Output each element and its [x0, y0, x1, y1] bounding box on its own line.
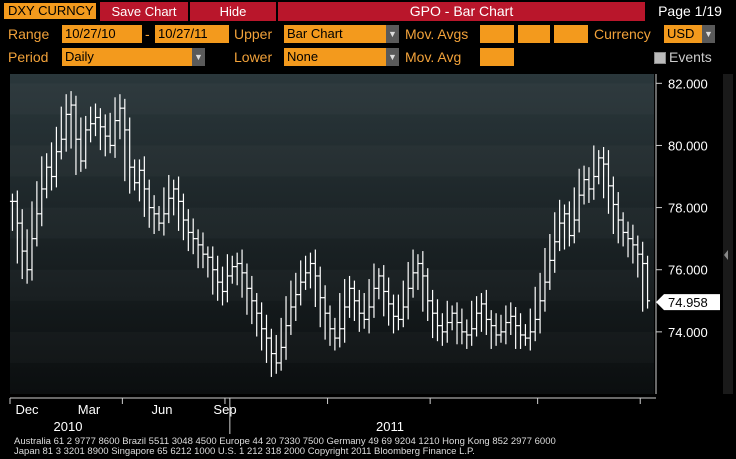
mov-avg-field-2[interactable] — [518, 25, 550, 43]
year-label: 2011 — [376, 419, 404, 434]
events-label: Events — [669, 49, 712, 65]
page-indicator: Page 1/19 — [648, 2, 732, 21]
window-title: GPO - Bar Chart — [278, 2, 645, 21]
top-bar: DXY CURNCY Save Chart Hide GPO - Bar Cha… — [0, 0, 736, 22]
events-checkbox[interactable] — [654, 52, 666, 64]
y-tick-label: 76.000 — [668, 263, 708, 278]
mov-avg-lower-field[interactable] — [480, 48, 514, 66]
upper-select[interactable]: Bar Chart — [284, 25, 386, 43]
grid-band — [10, 332, 654, 363]
x-tick-label: Jun — [152, 402, 173, 417]
grid-band — [10, 83, 654, 114]
x-tick-label: Dec — [15, 402, 39, 417]
grid-band — [10, 145, 654, 176]
footer: Australia 61 2 9777 8600 Brazil 5511 304… — [0, 437, 736, 459]
range-label: Range — [8, 26, 50, 42]
period-select[interactable]: Daily — [62, 48, 192, 66]
upper-label: Upper — [234, 26, 273, 42]
mov-avg-field-1[interactable] — [480, 25, 514, 43]
y-tick-label: 78.000 — [668, 201, 708, 216]
currency-chevron-down-icon[interactable]: ▼ — [702, 25, 715, 43]
mov-avg-label: Mov. Avg — [405, 49, 462, 65]
save-chart-button[interactable]: Save Chart — [100, 2, 188, 21]
footer-line-2: Japan 81 3 3201 8900 Singapore 65 6212 1… — [14, 446, 475, 457]
upper-chevron-down-icon[interactable]: ▼ — [386, 25, 399, 43]
last-price-tag: 74.958 — [656, 294, 720, 311]
ticker-field[interactable]: DXY CURNCY — [4, 3, 96, 19]
period-label: Period — [8, 49, 49, 65]
hide-button[interactable]: Hide — [190, 2, 276, 21]
x-tick-label: Sep — [213, 402, 236, 417]
grid-band — [10, 270, 654, 301]
y-tick-label: 74.000 — [668, 325, 708, 340]
vertical-scrollbar[interactable] — [723, 74, 733, 394]
period-chevron-down-icon[interactable]: ▼ — [192, 48, 205, 66]
y-tick-label: 80.000 — [668, 138, 708, 153]
range-dash: - — [145, 26, 150, 42]
range-end-input[interactable]: 10/27/11 — [155, 25, 229, 43]
last-price-label: 74.958 — [668, 295, 708, 310]
lower-select[interactable]: None — [284, 48, 386, 66]
grid-band — [10, 208, 654, 239]
range-start-input[interactable]: 10/27/10 — [62, 25, 142, 43]
x-axis: Dec Mar Jun Sep 2010 2011 — [9, 397, 656, 434]
y-axis: 82.000 80.000 78.000 76.000 74.000 — [655, 74, 708, 394]
year-label: 2010 — [54, 419, 83, 434]
currency-select[interactable]: USD — [664, 25, 702, 43]
price-chart: 82.000 80.000 78.000 76.000 74.000 Dec Mar Jun… — [9, 74, 733, 434]
y-tick-label: 82.000 — [668, 76, 708, 91]
mov-avgs-label: Mov. Avgs — [405, 26, 469, 42]
currency-label: Currency — [594, 26, 651, 42]
lower-chevron-down-icon[interactable]: ▼ — [386, 48, 399, 66]
lower-label: Lower — [234, 49, 273, 65]
mov-avg-field-3[interactable] — [554, 25, 588, 43]
x-tick-label: Mar — [78, 402, 101, 417]
